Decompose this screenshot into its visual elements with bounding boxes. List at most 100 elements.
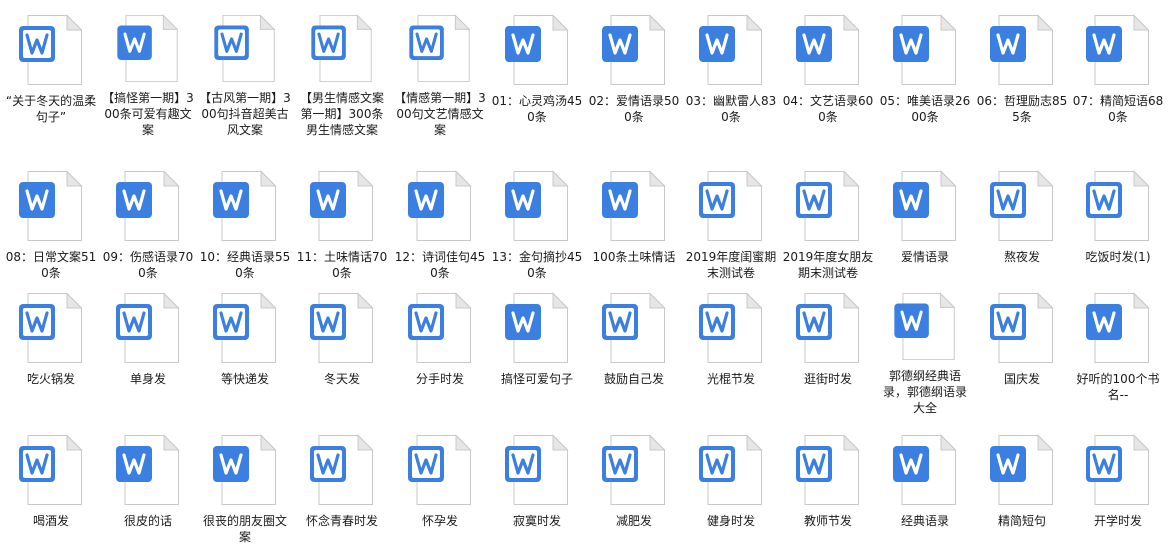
word-document-outline-icon — [116, 292, 180, 363]
file-item[interactable]: 开学时发 — [1071, 434, 1165, 558]
file-item[interactable]: 2019年度女朋友期末测试卷 — [781, 170, 875, 294]
file-item[interactable]: 2019年度闺蜜期末测试卷 — [684, 170, 778, 294]
file-item[interactable]: 100条土味情话 — [587, 170, 681, 294]
file-item[interactable]: 09：伤感语录700条 — [101, 170, 195, 294]
file-item[interactable]: 04：文艺语录600条 — [781, 14, 875, 138]
file-item[interactable]: 逛街时发 — [781, 292, 875, 416]
file-item[interactable]: 12：诗词佳句450条 — [393, 170, 487, 294]
file-item[interactable]: 健身时发 — [684, 434, 778, 558]
file-item[interactable]: 等快递发 — [198, 292, 292, 416]
file-item[interactable]: 国庆发 — [975, 292, 1069, 416]
word-document-outline-icon — [19, 292, 83, 363]
file-name-label: 01：心灵鸡汤450条 — [491, 94, 583, 124]
word-document-outline-icon — [796, 170, 860, 241]
word-document-icon — [893, 14, 957, 85]
file-item[interactable]: 【搞怪第一期】300条可爱有趣文案 — [101, 14, 195, 138]
file-item[interactable]: “关于冬天的温柔句子” — [4, 14, 98, 138]
file-item[interactable]: 06：哲理励志855条 — [975, 14, 1069, 138]
word-document-outline-icon — [213, 292, 277, 363]
file-name-label: 单身发 — [129, 372, 166, 386]
file-name-label: 等快递发 — [220, 372, 269, 386]
file-name-label: 分手时发 — [415, 372, 464, 386]
file-name-label: 08：日常文案510条 — [5, 250, 97, 280]
file-item[interactable]: 怀念青春时发 — [295, 434, 389, 558]
file-item[interactable]: 【男生情感文案第一期】300条男生情感文案 — [295, 14, 389, 138]
word-document-icon — [310, 170, 374, 241]
file-name-label: 2019年度闺蜜期末测试卷 — [685, 250, 777, 280]
word-document-icon — [116, 434, 180, 505]
file-item[interactable]: 单身发 — [101, 292, 195, 416]
word-document-outline-icon — [19, 434, 83, 505]
file-item[interactable]: 减肥发 — [587, 434, 681, 558]
file-item[interactable]: 02：爱情语录500条 — [587, 14, 681, 138]
file-name-label: 冬天发 — [323, 372, 360, 386]
word-document-icon — [408, 170, 472, 241]
file-item[interactable]: 光棍节发 — [684, 292, 778, 416]
file-item[interactable]: 08：日常文案510条 — [4, 170, 98, 294]
file-item[interactable]: 寂寞时发 — [490, 434, 584, 558]
file-item[interactable]: 03：幽默雷人830条 — [684, 14, 778, 138]
file-item[interactable]: 13：金句摘抄450条 — [490, 170, 584, 294]
file-item[interactable]: 爱情语录 — [878, 170, 972, 294]
word-document-icon — [19, 170, 83, 241]
word-document-outline-icon — [310, 292, 374, 363]
file-item[interactable]: 郭德纲经典语录，郭德纲语录大全 — [878, 292, 972, 416]
file-name-label: 06：哲理励志855条 — [976, 94, 1068, 124]
file-item[interactable]: 经典语录 — [878, 434, 972, 558]
file-name-label: 【搞怪第一期】300条可爱有趣文案 — [102, 91, 194, 137]
file-item[interactable]: 喝酒发 — [4, 434, 98, 558]
file-item[interactable]: 01：心灵鸡汤450条 — [490, 14, 584, 138]
file-grid: “关于冬天的温柔句子” 【搞怪第一期】300条可爱有趣文案 【古风第一期】300句抖… — [0, 0, 1172, 548]
word-document-outline-icon — [310, 434, 374, 505]
word-document-icon — [213, 170, 277, 241]
file-item[interactable]: 吃饭时发(1) — [1071, 170, 1165, 294]
file-item[interactable]: 【情感第一期】300句文艺情感文案 — [393, 14, 487, 138]
word-document-icon — [602, 170, 666, 241]
word-document-outline-icon — [408, 292, 472, 363]
file-name-label: 国庆发 — [1003, 372, 1040, 386]
file-item[interactable]: 教师节发 — [781, 434, 875, 558]
file-name-label: 很皮的话 — [123, 514, 172, 528]
file-item[interactable]: 05：唯美语录2600条 — [878, 14, 972, 138]
word-document-outline-icon — [990, 292, 1054, 363]
word-document-icon — [1086, 292, 1150, 363]
file-item[interactable]: 好听的100个书名-- — [1071, 292, 1165, 416]
word-document-outline-icon — [699, 170, 763, 241]
file-item[interactable]: 熬夜发 — [975, 170, 1069, 294]
word-document-icon — [116, 170, 180, 241]
file-name-label: 05：唯美语录2600条 — [879, 94, 971, 124]
file-item[interactable]: 冬天发 — [295, 292, 389, 416]
file-name-label: 07：精简短语680条 — [1072, 94, 1164, 124]
file-item[interactable]: 很皮的话 — [101, 434, 195, 558]
file-name-label: 光棍节发 — [706, 372, 755, 386]
word-document-icon — [990, 434, 1054, 505]
file-name-label: 2019年度女朋友期末测试卷 — [782, 250, 874, 280]
file-name-label: 健身时发 — [706, 514, 755, 528]
file-item[interactable]: 10：经典语录550条 — [198, 170, 292, 294]
file-item[interactable]: 【古风第一期】300句抖音超美古风文案 — [198, 14, 292, 138]
file-item[interactable]: 分手时发 — [393, 292, 487, 416]
file-name-label: 100条土味情话 — [592, 250, 676, 264]
file-item[interactable]: 怀孕发 — [393, 434, 487, 558]
file-item[interactable]: 鼓励自己发 — [587, 292, 681, 416]
file-name-label: 逛街时发 — [803, 372, 852, 386]
file-name-label: 怀念青春时发 — [305, 514, 378, 528]
file-name-label: 03：幽默雷人830条 — [685, 94, 777, 124]
word-document-outline-icon — [796, 434, 860, 505]
word-document-outline-icon — [602, 292, 666, 363]
file-name-label: 04：文艺语录600条 — [782, 94, 874, 124]
file-item[interactable]: 精简短句 — [975, 434, 1069, 558]
word-document-icon — [505, 14, 569, 85]
file-item[interactable]: 搞怪可爱句子 — [490, 292, 584, 416]
file-name-label: 寂寞时发 — [512, 514, 561, 528]
word-document-outline-icon — [1086, 434, 1150, 505]
file-item[interactable]: 07：精简短语680条 — [1071, 14, 1165, 138]
word-document-outline-icon — [699, 292, 763, 363]
file-item[interactable]: 很丧的朋友圈文案 — [198, 434, 292, 558]
word-document-icon — [894, 292, 956, 361]
word-document-outline-icon — [311, 14, 373, 83]
file-item[interactable]: 11：土味情话700条 — [295, 170, 389, 294]
file-item[interactable]: 吃火锅发 — [4, 292, 98, 416]
word-document-icon — [699, 14, 763, 85]
file-name-label: 精简短句 — [997, 514, 1046, 528]
